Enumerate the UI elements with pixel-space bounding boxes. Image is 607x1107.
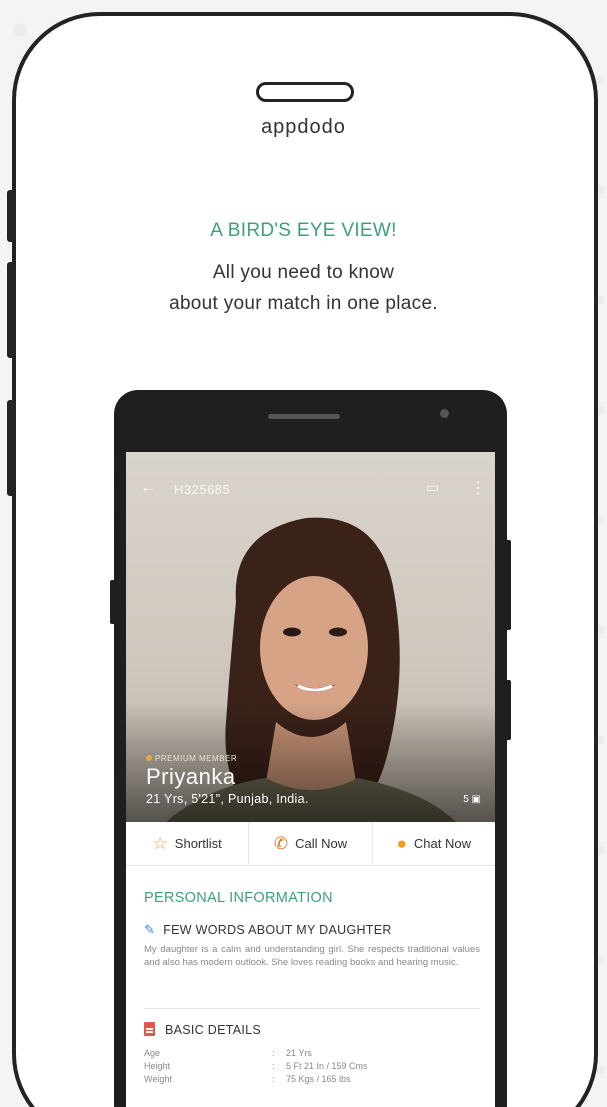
pencil-icon: ✎: [144, 922, 156, 937]
premium-label: PREMIUM MEMBER: [155, 754, 238, 763]
subline-2: about your match in one place.: [169, 293, 438, 314]
shortlist-label: Shortlist: [174, 836, 222, 851]
profile-id: H325685: [174, 482, 231, 497]
phone-icon: ✆: [273, 834, 289, 853]
chat-bubble-icon: ●: [396, 834, 407, 853]
premium-dot-icon: [146, 755, 152, 761]
detail-value: 21 Yrs: [286, 1047, 312, 1058]
inner-speaker: [268, 414, 340, 419]
folder-icon[interactable]: ▭: [426, 479, 439, 496]
speaker-pill: [256, 82, 354, 102]
detail-row: Weight : 75 Kgs / 165 lbs: [144, 1072, 480, 1085]
chat-now-label: Chat Now: [413, 836, 471, 851]
document-icon: [144, 1022, 155, 1036]
more-vertical-icon[interactable]: ⋮: [470, 478, 486, 498]
shortlist-button[interactable]: ☆ Shortlist: [126, 822, 250, 865]
detail-value: 75 Kgs / 165 lbs: [286, 1073, 351, 1084]
brand-name: appdodo: [261, 116, 346, 138]
personal-info-heading: PERSONAL INFORMATION: [144, 890, 333, 906]
side-button: [7, 400, 15, 496]
about-heading: ✎ FEW WORDS ABOUT MY DAUGHTER: [144, 922, 392, 938]
photo-count-value: 5: [463, 794, 469, 805]
detail-row: Age : 21 Yrs: [144, 1046, 480, 1059]
detail-separator: :: [272, 1060, 275, 1071]
photo-count[interactable]: 5 ▣: [463, 794, 481, 805]
profile-meta: 21 Yrs, 5'21", Punjab, India.: [146, 792, 309, 806]
star-icon: ☆: [152, 834, 168, 853]
detail-row: Height : 5 Ft 21 In / 159 Cms: [144, 1059, 480, 1072]
call-now-button[interactable]: ✆ Call Now: [249, 822, 373, 865]
profile-photo[interactable]: ← H325685 ▭ ⋮ PREMIUM MEMBER Priyanka 21…: [126, 452, 495, 822]
detail-separator: :: [272, 1047, 275, 1058]
headline: A BIRD'S EYE VIEW!: [210, 220, 397, 241]
photos-icon: ▣: [471, 794, 481, 805]
basic-details-list: Age : 21 Yrs Height : 5 Ft 21 In / 159 C…: [144, 1046, 480, 1085]
action-bar: ☆ Shortlist ✆ Call Now ● Chat Now: [126, 822, 495, 866]
chat-now-button[interactable]: ● Chat Now: [373, 822, 495, 865]
detail-separator: :: [272, 1073, 275, 1084]
about-text: My daughter is a calm and understanding …: [144, 944, 480, 968]
profile-name: Priyanka: [146, 764, 236, 789]
inner-side-button: [505, 540, 511, 630]
about-heading-label: FEW WORDS ABOUT MY DAUGHTER: [163, 923, 392, 937]
basic-details-label: BASIC DETAILS: [165, 1023, 262, 1037]
inner-side-button: [110, 580, 116, 624]
divider: [144, 1008, 480, 1009]
subline-1: All you need to know: [212, 262, 395, 283]
detail-label: Weight: [144, 1073, 172, 1084]
back-arrow-icon[interactable]: ←: [140, 479, 156, 497]
detail-label: Height: [144, 1060, 171, 1071]
detail-label: Age: [144, 1047, 161, 1058]
call-now-label: Call Now: [295, 836, 348, 851]
inner-side-button: [505, 680, 511, 740]
basic-details-heading: BASIC DETAILS: [144, 1022, 261, 1037]
inner-camera: [440, 409, 449, 418]
app-screen: ← H325685 ▭ ⋮ PREMIUM MEMBER Priyanka 21…: [126, 452, 495, 1107]
premium-badge: PREMIUM MEMBER: [146, 754, 237, 763]
detail-value: 5 Ft 21 In / 159 Cms: [286, 1060, 368, 1071]
